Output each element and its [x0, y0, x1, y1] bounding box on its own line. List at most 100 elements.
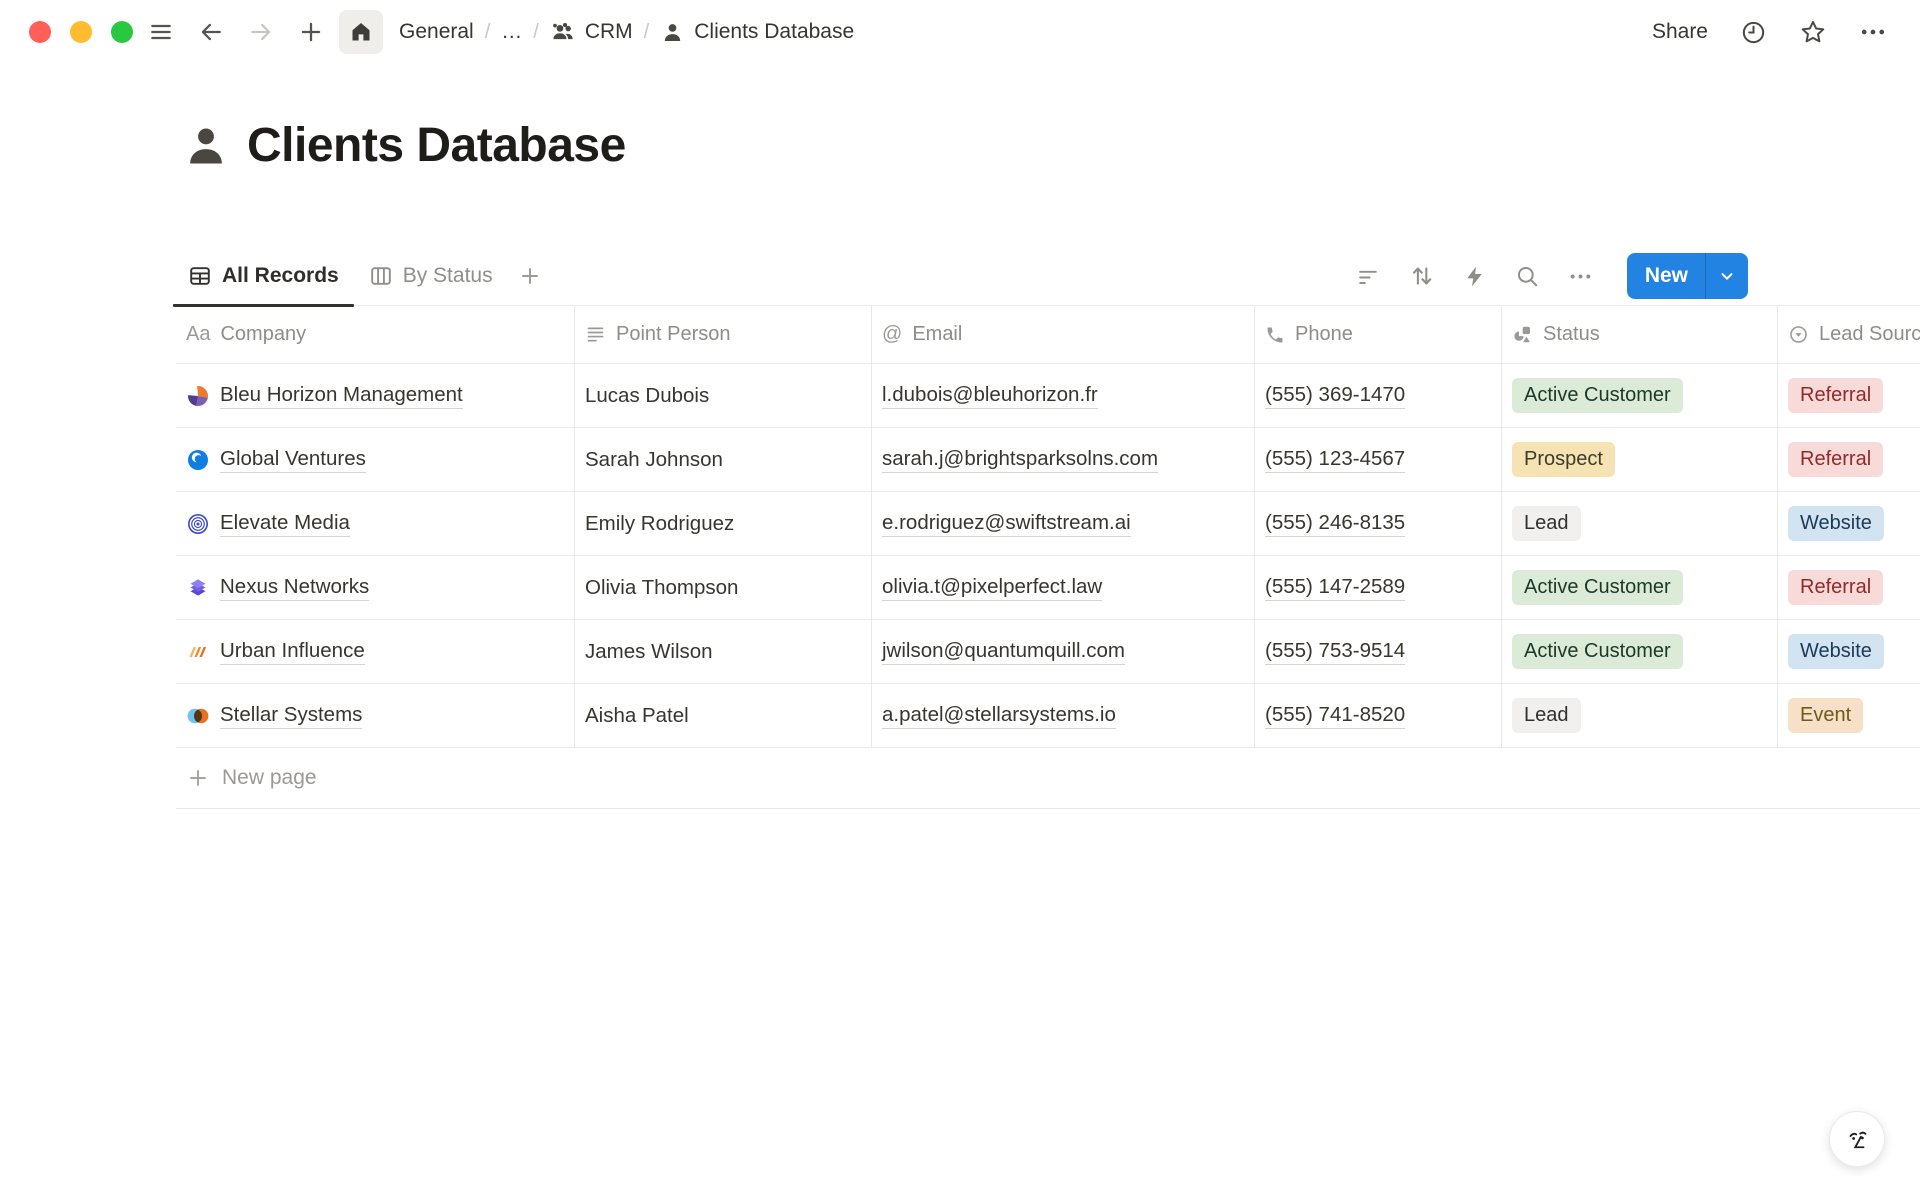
more-options-icon[interactable]	[1859, 18, 1887, 46]
new-page-row[interactable]: New page	[176, 748, 1920, 809]
email-cell[interactable]: jwilson@quantumquill.com	[872, 620, 1255, 684]
status-badge[interactable]: Active Customer	[1512, 634, 1683, 669]
back-button[interactable]	[189, 10, 233, 54]
tab-by-status[interactable]: By Status	[354, 246, 508, 306]
company-cell[interactable]: Elevate Media	[176, 492, 575, 556]
add-view-button[interactable]	[508, 264, 552, 288]
zoom-window-button[interactable]	[111, 21, 133, 43]
lead-source-badge[interactable]: Referral	[1788, 570, 1883, 605]
lead-source-badge[interactable]: Referral	[1788, 442, 1883, 477]
page-person-icon[interactable]	[181, 121, 231, 171]
company-cell[interactable]: Nexus Networks	[176, 556, 575, 620]
status-cell[interactable]: Lead	[1502, 492, 1778, 556]
phone-cell[interactable]: (555) 147-2589	[1255, 556, 1502, 620]
column-header-point-person[interactable]: Point Person	[575, 306, 872, 364]
point-person-cell[interactable]: Olivia Thompson	[575, 556, 872, 620]
company-name-link[interactable]: Stellar Systems	[220, 703, 362, 729]
phone-link[interactable]: (555) 123-4567	[1265, 447, 1405, 473]
point-person-cell[interactable]: Aisha Patel	[575, 684, 872, 748]
phone-link[interactable]: (555) 147-2589	[1265, 575, 1405, 601]
phone-cell[interactable]: (555) 753-9514	[1255, 620, 1502, 684]
home-button[interactable]	[339, 10, 383, 54]
column-header-company[interactable]: Aa Company	[176, 306, 575, 364]
company-name-link[interactable]: Urban Influence	[220, 639, 365, 665]
column-header-lead-source[interactable]: Lead Source	[1778, 306, 1920, 364]
history-clock-icon[interactable]	[1740, 19, 1767, 46]
phone-link[interactable]: (555) 369-1470	[1265, 383, 1405, 409]
point-person-cell[interactable]: Lucas Dubois	[575, 364, 872, 428]
email-link[interactable]: l.dubois@bleuhorizon.fr	[882, 383, 1098, 409]
lead-source-cell[interactable]: Referral	[1778, 364, 1920, 428]
phone-link[interactable]: (555) 741-8520	[1265, 703, 1405, 729]
column-header-phone[interactable]: Phone	[1255, 306, 1502, 364]
point-person-cell[interactable]: Emily Rodriguez	[575, 492, 872, 556]
phone-link[interactable]: (555) 753-9514	[1265, 639, 1405, 665]
status-cell[interactable]: Lead	[1502, 684, 1778, 748]
email-cell[interactable]: a.patel@stellarsystems.io	[872, 684, 1255, 748]
lead-source-cell[interactable]: Referral	[1778, 428, 1920, 492]
automations-lightning-icon[interactable]	[1462, 263, 1488, 289]
new-tab-button[interactable]	[289, 10, 333, 54]
email-cell[interactable]: olivia.t@pixelperfect.law	[872, 556, 1255, 620]
company-cell[interactable]: Urban Influence	[176, 620, 575, 684]
company-name-link[interactable]: Elevate Media	[220, 511, 350, 537]
email-link[interactable]: sarah.j@brightsparksolns.com	[882, 447, 1158, 473]
sort-icon[interactable]	[1409, 263, 1435, 289]
sidebar-menu-button[interactable]	[139, 10, 183, 54]
view-more-icon[interactable]	[1568, 263, 1594, 289]
share-button[interactable]: Share	[1652, 20, 1708, 44]
status-cell[interactable]: Prospect	[1502, 428, 1778, 492]
breadcrumb-collapsed[interactable]: …	[495, 16, 528, 48]
status-badge[interactable]: Lead	[1512, 506, 1581, 541]
search-icon[interactable]	[1515, 263, 1541, 289]
email-cell[interactable]: e.rodriguez@swiftstream.ai	[872, 492, 1255, 556]
breadcrumb-crm[interactable]: CRM	[544, 15, 639, 49]
column-header-email[interactable]: @ Email	[872, 306, 1255, 364]
company-name-link[interactable]: Nexus Networks	[220, 575, 369, 601]
tab-all-records[interactable]: All Records	[173, 246, 354, 306]
company-cell[interactable]: Stellar Systems	[176, 684, 575, 748]
phone-cell[interactable]: (555) 123-4567	[1255, 428, 1502, 492]
breadcrumb-general[interactable]: General	[393, 16, 480, 48]
page-title[interactable]: Clients Database	[247, 118, 626, 173]
notion-ai-button[interactable]	[1829, 1111, 1885, 1167]
lead-source-cell[interactable]: Referral	[1778, 556, 1920, 620]
status-badge[interactable]: Prospect	[1512, 442, 1615, 477]
status-badge[interactable]: Active Customer	[1512, 570, 1683, 605]
email-link[interactable]: olivia.t@pixelperfect.law	[882, 575, 1102, 601]
point-person-cell[interactable]: James Wilson	[575, 620, 872, 684]
email-link[interactable]: jwilson@quantumquill.com	[882, 639, 1125, 665]
company-cell[interactable]: Bleu Horizon Management	[176, 364, 575, 428]
column-header-status[interactable]: Status	[1502, 306, 1778, 364]
close-window-button[interactable]	[29, 21, 51, 43]
status-badge[interactable]: Active Customer	[1512, 378, 1683, 413]
minimize-window-button[interactable]	[70, 21, 92, 43]
lead-source-badge[interactable]: Website	[1788, 634, 1884, 669]
new-record-button[interactable]: New	[1627, 253, 1705, 299]
breadcrumb-clients-database[interactable]: Clients Database	[654, 16, 860, 49]
favorite-star-icon[interactable]	[1799, 18, 1827, 46]
lead-source-badge[interactable]: Referral	[1788, 378, 1883, 413]
point-person-cell[interactable]: Sarah Johnson	[575, 428, 872, 492]
status-cell[interactable]: Active Customer	[1502, 620, 1778, 684]
forward-button[interactable]	[239, 10, 283, 54]
status-badge[interactable]: Lead	[1512, 698, 1581, 733]
phone-cell[interactable]: (555) 246-8135	[1255, 492, 1502, 556]
email-cell[interactable]: sarah.j@brightsparksolns.com	[872, 428, 1255, 492]
company-cell[interactable]: Global Ventures	[176, 428, 575, 492]
phone-cell[interactable]: (555) 369-1470	[1255, 364, 1502, 428]
email-cell[interactable]: l.dubois@bleuhorizon.fr	[872, 364, 1255, 428]
new-record-dropdown-button[interactable]	[1706, 253, 1748, 299]
company-name-link[interactable]: Global Ventures	[220, 447, 366, 473]
status-cell[interactable]: Active Customer	[1502, 556, 1778, 620]
lead-source-cell[interactable]: Event	[1778, 684, 1920, 748]
status-cell[interactable]: Active Customer	[1502, 364, 1778, 428]
company-name-link[interactable]: Bleu Horizon Management	[220, 383, 463, 409]
lead-source-badge[interactable]: Website	[1788, 506, 1884, 541]
email-link[interactable]: a.patel@stellarsystems.io	[882, 703, 1116, 729]
lead-source-badge[interactable]: Event	[1788, 698, 1863, 733]
email-link[interactable]: e.rodriguez@swiftstream.ai	[882, 511, 1131, 537]
lead-source-cell[interactable]: Website	[1778, 492, 1920, 556]
phone-cell[interactable]: (555) 741-8520	[1255, 684, 1502, 748]
phone-link[interactable]: (555) 246-8135	[1265, 511, 1405, 537]
